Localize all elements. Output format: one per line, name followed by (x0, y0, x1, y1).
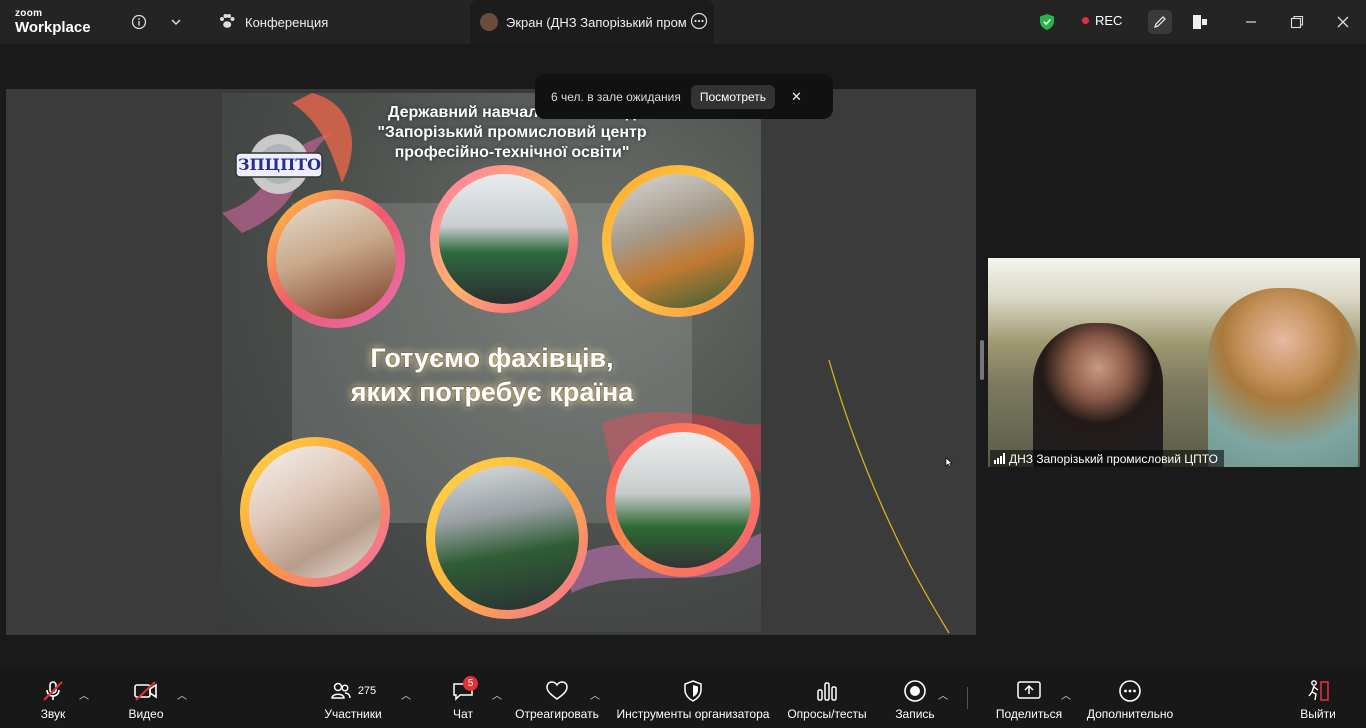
tab-conference[interactable]: Конференция (218, 0, 458, 44)
react-button[interactable]: Отреагировать (514, 669, 600, 728)
chat-button[interactable]: 5 Чат (447, 669, 479, 728)
polls-label: Опросы/тесты (787, 707, 867, 721)
view-waiting-room-button[interactable]: Посмотреть (690, 84, 776, 109)
share-screen-icon (1015, 678, 1043, 704)
waiting-room-text: 6 чел. в зале ожидания (551, 89, 681, 104)
polls-bar-chart-icon (813, 678, 841, 704)
slide-title-line-2: "Запорізький промисловий центр (377, 124, 647, 141)
share-button[interactable]: Поделиться (994, 669, 1064, 728)
tab-screen-share[interactable]: Экран (ДНЗ Запорізький проми (470, 0, 714, 44)
share-label: Поделиться (995, 707, 1063, 721)
splitter-handle[interactable] (980, 340, 984, 380)
title-bar: zoom Workplace Конференция Экран (ДНЗ За… (0, 0, 1366, 44)
react-label: Отреагировать (515, 707, 599, 721)
participants-count: 275 (357, 685, 377, 697)
share-options-chevron-icon[interactable]: ︿ (1061, 687, 1071, 702)
photo-workshop-machine (611, 174, 745, 308)
participants-options-chevron-icon[interactable]: ︿ (401, 687, 411, 702)
school-emblem-text: ЗПЦПТО (238, 155, 322, 174)
security-shield-icon[interactable] (1037, 12, 1057, 32)
video-button[interactable]: Видео (125, 669, 167, 728)
minimize-icon[interactable] (1241, 12, 1261, 32)
tab-screen-share-label: Экран (ДНЗ Запорізький проми (506, 14, 686, 30)
recording-indicator[interactable]: REC (1082, 13, 1122, 28)
leave-button[interactable]: Выйти (1297, 669, 1339, 728)
more-icon (1116, 678, 1144, 704)
participant-name-tag: ДНЗ Запорізький промисловий ЦПТО (990, 450, 1224, 467)
close-icon[interactable] (1333, 12, 1353, 32)
presenter-avatar-icon (480, 13, 498, 31)
host-shield-icon (679, 678, 707, 704)
meeting-toolbar: Звук ︿ Видео ︿ 275 Участники ︿ 5 Чат ︿ О… (0, 669, 1366, 728)
toolbar-divider (967, 687, 968, 709)
rec-dot-icon (1082, 17, 1089, 24)
waiting-room-notification: 6 чел. в зале ожидания Посмотреть ✕ (535, 74, 833, 119)
photo-circle-6 (606, 423, 760, 577)
audio-label: Звук (40, 707, 66, 721)
participant-name: ДНЗ Запорізький промисловий ЦПТО (1009, 451, 1218, 466)
mouse-cursor-icon (945, 457, 953, 468)
slide-slogan: Готуємо фахівців, яких потребує країна (302, 341, 682, 409)
photo-circle-5 (426, 457, 588, 619)
mic-muted-icon (39, 678, 67, 704)
video-options-chevron-icon[interactable]: ︿ (177, 687, 187, 702)
zoom-logo: zoom Workplace (15, 8, 91, 36)
chat-options-chevron-icon[interactable]: ︿ (492, 687, 502, 702)
participant-video[interactable] (988, 258, 1360, 467)
slide-title-line-3: професійно-технічної освіти" (394, 144, 630, 161)
host-tools-button[interactable]: Инструменты организатора (614, 669, 772, 728)
host-tools-label: Инструменты организатора (616, 707, 770, 721)
record-button[interactable]: Запись (893, 669, 937, 728)
photo-circle-3 (602, 165, 754, 317)
restore-icon[interactable] (1287, 12, 1307, 32)
chevron-down-icon[interactable] (166, 12, 186, 32)
photo-nurse-student (249, 446, 381, 578)
close-notification-icon[interactable]: ✕ (791, 89, 802, 105)
logo-top-text: zoom (15, 8, 43, 19)
school-emblem: ЗПЦПТО (234, 131, 324, 197)
chat-label: Чат (453, 707, 473, 721)
more-options-icon[interactable] (690, 12, 708, 33)
photo-students-lab (276, 199, 396, 319)
chat-icon: 5 (449, 676, 478, 704)
slogan-line-1: Готуємо фахівців, (370, 343, 614, 373)
signal-strength-icon (994, 453, 1005, 464)
record-label: Запись (895, 707, 935, 721)
participants-icon: 275 (323, 678, 383, 704)
heart-icon (543, 678, 571, 704)
side-by-side-view-icon[interactable] (1190, 12, 1210, 32)
record-options-chevron-icon[interactable]: ︿ (938, 687, 948, 702)
logo-bottom-text: Workplace (15, 19, 91, 36)
annotate-pen-icon[interactable] (1148, 10, 1172, 34)
info-icon[interactable] (129, 12, 149, 32)
video-label: Видео (128, 707, 164, 721)
more-label: Дополнительно (1086, 707, 1174, 721)
slogan-line-2: яких потребує країна (350, 377, 634, 407)
participant-person-right (1208, 288, 1358, 467)
participant-person-left (1033, 323, 1163, 467)
paw-icon (218, 13, 236, 32)
photo-circle-1 (267, 190, 405, 328)
chat-unread-badge: 5 (463, 676, 478, 691)
tab-conference-label: Конференция (245, 14, 329, 30)
photo-workers-group (439, 174, 569, 304)
audio-options-chevron-icon[interactable]: ︿ (79, 687, 89, 702)
photo-circle-4 (240, 437, 390, 587)
leave-label: Выйти (1300, 707, 1336, 721)
audio-button[interactable]: Звук (34, 669, 72, 728)
more-button[interactable]: Дополнительно (1084, 669, 1176, 728)
video-off-icon (132, 678, 160, 704)
participants-label: Участники (324, 707, 382, 721)
participants-button[interactable]: 275 Участники (322, 669, 384, 728)
shared-slide: Державний навчальний заклад "Запорізький… (222, 93, 761, 632)
rec-label: REC (1095, 13, 1123, 28)
photo-circle-2 (430, 165, 578, 313)
leave-icon (1304, 678, 1332, 704)
react-options-chevron-icon[interactable]: ︿ (590, 687, 600, 702)
photo-electrical-training (435, 466, 579, 610)
record-icon (901, 678, 929, 704)
polls-button[interactable]: Опросы/тесты (785, 669, 869, 728)
photo-classroom (615, 432, 751, 568)
annotation-stroke (828, 359, 950, 634)
